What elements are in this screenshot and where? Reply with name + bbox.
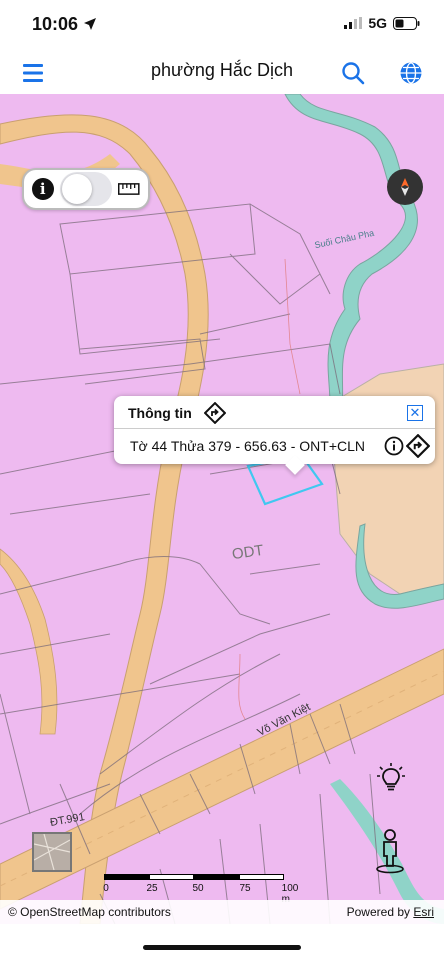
directions-icon <box>405 433 431 459</box>
scale-bar: 0 25 50 75 100 m <box>103 874 298 905</box>
status-indicators: 5G <box>344 15 420 31</box>
network-type: 5G <box>368 15 387 31</box>
parcel-info-text[interactable]: Tờ 44 Thửa 379 - 656.63 - ONT+CLN <box>130 438 365 454</box>
map-tool-panel: i <box>22 168 150 210</box>
esri-link[interactable]: Esri <box>413 905 434 919</box>
page-title: phường Hắc Dịch <box>151 60 293 80</box>
basemap-preview-icon <box>33 833 71 871</box>
compass-button[interactable] <box>387 169 423 205</box>
app-header: phường Hắc Dịch <box>0 50 444 94</box>
map-view[interactable]: Suối Châu Pha ODT Võ Văn Kiệt ĐT.991 <box>0 94 444 924</box>
signal-icon <box>344 17 363 29</box>
osm-attribution: © OpenStreetMap contributors <box>8 905 171 919</box>
info-button[interactable]: i <box>32 178 54 200</box>
popup-directions-button[interactable] <box>203 401 227 429</box>
compass-icon <box>401 178 409 196</box>
person-icon <box>376 829 404 874</box>
battery-icon <box>393 16 420 30</box>
info-circle-icon <box>384 436 404 456</box>
popup-title: Thông tin <box>128 405 192 421</box>
globe-icon <box>400 62 422 84</box>
scale-label: 75 <box>239 883 251 894</box>
search-button[interactable] <box>338 58 368 88</box>
status-time-text: 10:06 <box>32 14 79 34</box>
hint-button[interactable] <box>376 762 406 794</box>
search-icon <box>342 62 365 85</box>
home-indicator <box>143 945 301 950</box>
status-bar: 10:06 5G <box>0 0 444 50</box>
scale-segment <box>149 874 194 880</box>
popup-close-button[interactable]: ✕ <box>407 405 423 421</box>
close-icon: ✕ <box>409 405 421 420</box>
esri-attribution: Powered by Esri <box>347 905 434 919</box>
popup-divider <box>114 428 435 429</box>
scale-segment <box>194 874 239 880</box>
toggle-knob <box>61 174 92 204</box>
parcel-detail-button[interactable] <box>384 436 404 461</box>
lightbulb-icon <box>377 763 405 791</box>
parcel-info-popup: Thông tin ✕ Tờ 44 Thửa 379 - 656.63 - ON… <box>114 396 435 475</box>
map-attribution: © OpenStreetMap contributors Powered by … <box>0 900 444 924</box>
language-button[interactable] <box>396 58 426 88</box>
scale-segment <box>239 874 284 880</box>
directions-icon <box>203 401 227 425</box>
parcel-directions-button[interactable] <box>405 433 431 463</box>
scale-label: 50 <box>192 883 204 894</box>
street-view-button[interactable] <box>374 828 406 874</box>
status-time: 10:06 <box>32 14 97 35</box>
scale-label: 25 <box>146 883 158 894</box>
scale-label: 0 <box>103 883 109 894</box>
map-basemap <box>0 94 444 924</box>
location-arrow-icon <box>84 18 97 30</box>
basemap-switcher[interactable] <box>32 832 72 872</box>
ruler-icon[interactable] <box>118 183 140 195</box>
info-icon: i <box>39 180 46 198</box>
attribution-prefix: Powered by <box>346 905 414 919</box>
scale-segment <box>104 874 149 880</box>
layer-toggle[interactable] <box>59 172 113 206</box>
